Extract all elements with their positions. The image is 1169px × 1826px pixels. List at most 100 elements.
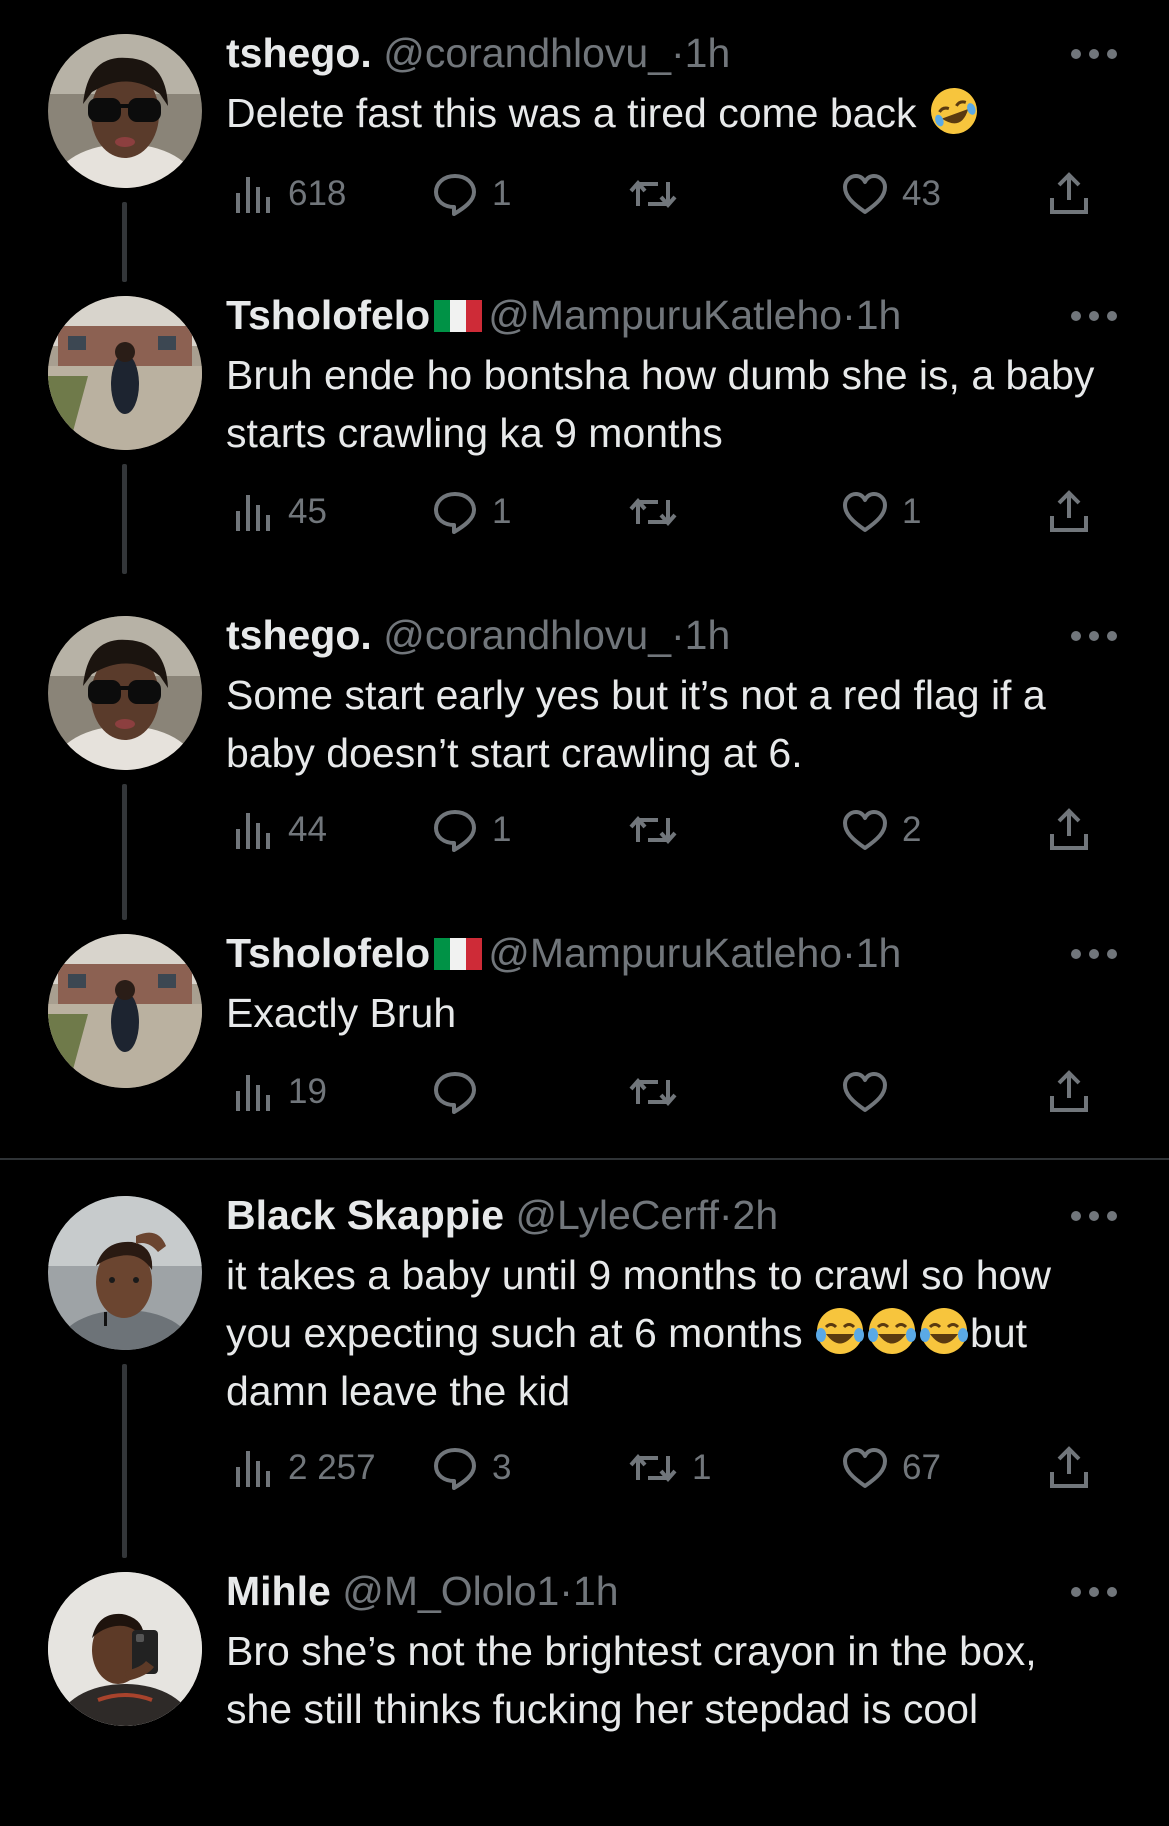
share-button[interactable]: [1048, 1066, 1090, 1118]
tweet-text: Exactly Bruh: [226, 984, 1106, 1042]
like-icon: [843, 174, 887, 214]
tweet-text-content: Bro she’s not the brightest crayon in th…: [226, 1628, 1049, 1732]
like-button[interactable]: 2: [842, 804, 921, 856]
retweet-button[interactable]: [628, 486, 692, 538]
display-name[interactable]: Tsholofelo: [226, 292, 430, 338]
separator-dot: ·: [718, 1192, 733, 1238]
face-with-tears-of-joy-icon: [816, 1308, 865, 1354]
share-icon: [1050, 808, 1088, 850]
tweet-header: Tsholofelo @MampuruKatleho·1h: [226, 928, 1059, 978]
tweet-text: Some start early yes but it’s not a red …: [226, 666, 1106, 782]
retweet-icon: [629, 1453, 677, 1483]
more-icon[interactable]: [1071, 948, 1117, 960]
avatar[interactable]: [48, 34, 202, 188]
like-button[interactable]: [842, 1066, 902, 1118]
views-count: 44: [288, 810, 327, 849]
thread-line: [122, 1364, 127, 1558]
timestamp[interactable]: 1h: [573, 1568, 619, 1614]
more-icon[interactable]: [1071, 1586, 1117, 1598]
tweet-text-content: Delete fast this was a tired come back: [226, 90, 928, 136]
like-count: 67: [902, 1448, 941, 1487]
retweet-button[interactable]: [628, 168, 692, 220]
tweet-header: tshego. @corandhlovu_·1h: [226, 610, 1059, 660]
reply-count: 1: [492, 492, 512, 531]
like-count: 2: [902, 810, 922, 849]
like-button[interactable]: 43: [842, 168, 941, 220]
username[interactable]: @corandhlovu_: [383, 612, 671, 658]
share-icon: [1050, 1446, 1088, 1488]
tweet-text-content: Exactly Bruh: [226, 990, 457, 1036]
share-button[interactable]: [1048, 486, 1090, 538]
share-button[interactable]: [1048, 168, 1090, 220]
separator-dot: ·: [842, 930, 856, 976]
display-name[interactable]: Tsholofelo: [226, 930, 430, 976]
tweet-actions: 19: [226, 1066, 1106, 1118]
timestamp[interactable]: 1h: [685, 30, 731, 76]
timestamp[interactable]: 1h: [856, 930, 902, 976]
views-button[interactable]: 618: [234, 168, 346, 220]
reply-icon: [434, 174, 476, 216]
reply-icon: [434, 492, 476, 534]
views-button[interactable]: 45: [234, 486, 327, 538]
more-icon[interactable]: [1071, 1210, 1117, 1222]
views-icon: [236, 1075, 270, 1111]
reply-button[interactable]: 1: [432, 486, 511, 538]
retweet-button[interactable]: [628, 1066, 692, 1118]
reply-icon: [434, 1072, 476, 1114]
avatar[interactable]: [48, 616, 202, 770]
username[interactable]: @corandhlovu_: [383, 30, 671, 76]
more-icon[interactable]: [1071, 310, 1117, 322]
face-with-tears-of-joy-icon: [868, 1308, 917, 1354]
tweet-actions: 2 257 3 1 67: [226, 1442, 1106, 1494]
retweet-button[interactable]: [628, 804, 692, 856]
display-name[interactable]: tshego.: [226, 30, 372, 76]
tweet-text: Bruh ende ho bontsha how dumb she is, a …: [226, 346, 1106, 462]
share-icon: [1050, 1070, 1088, 1112]
retweet-icon: [629, 179, 677, 209]
tweet-text-content: Some start early yes but it’s not a red …: [226, 672, 1058, 776]
username[interactable]: @M_Ololo1: [342, 1568, 559, 1614]
like-icon: [843, 492, 887, 532]
tweet-actions: 44 1 2: [226, 804, 1106, 856]
timestamp[interactable]: 2h: [733, 1192, 779, 1238]
thread-line: [122, 202, 127, 282]
reply-button[interactable]: 1: [432, 804, 511, 856]
retweet-icon: [629, 1077, 677, 1107]
views-button[interactable]: 2 257: [234, 1442, 376, 1494]
display-name[interactable]: Mihle: [226, 1568, 331, 1614]
views-button[interactable]: 19: [234, 1066, 327, 1118]
views-icon: [236, 495, 270, 531]
more-icon[interactable]: [1071, 630, 1117, 642]
share-button[interactable]: [1048, 1442, 1090, 1494]
avatar[interactable]: [48, 934, 202, 1088]
retweet-button[interactable]: 1: [628, 1442, 711, 1494]
tweet-header: Black Skappie @LyleCerff·2h: [226, 1190, 1059, 1240]
avatar[interactable]: [48, 1572, 202, 1726]
more-icon[interactable]: [1071, 48, 1117, 60]
timestamp[interactable]: 1h: [856, 292, 902, 338]
reply-button[interactable]: [432, 1066, 492, 1118]
share-button[interactable]: [1048, 804, 1090, 856]
avatar[interactable]: [48, 1196, 202, 1350]
reply-button[interactable]: 1: [432, 168, 511, 220]
reply-icon: [434, 1448, 476, 1490]
separator-dot: ·: [842, 292, 856, 338]
thread-line: [122, 784, 127, 920]
timestamp[interactable]: 1h: [685, 612, 731, 658]
reply-count: 1: [492, 810, 512, 849]
views-button[interactable]: 44: [234, 804, 327, 856]
username[interactable]: @MampuruKatleho: [488, 292, 842, 338]
like-button[interactable]: 67: [842, 1442, 941, 1494]
share-icon: [1050, 172, 1088, 214]
thread-divider: [0, 1158, 1169, 1160]
tweet-header: Mihle @M_Ololo1·1h: [226, 1566, 1059, 1616]
reply-button[interactable]: 3: [432, 1442, 511, 1494]
like-icon: [843, 810, 887, 850]
like-button[interactable]: 1: [842, 486, 921, 538]
display-name[interactable]: Black Skappie: [226, 1192, 504, 1238]
username[interactable]: @LyleCerff: [515, 1192, 718, 1238]
avatar[interactable]: [48, 296, 202, 450]
display-name[interactable]: tshego.: [226, 612, 372, 658]
username[interactable]: @MampuruKatleho: [488, 930, 842, 976]
italy-flag-icon: [434, 938, 483, 970]
